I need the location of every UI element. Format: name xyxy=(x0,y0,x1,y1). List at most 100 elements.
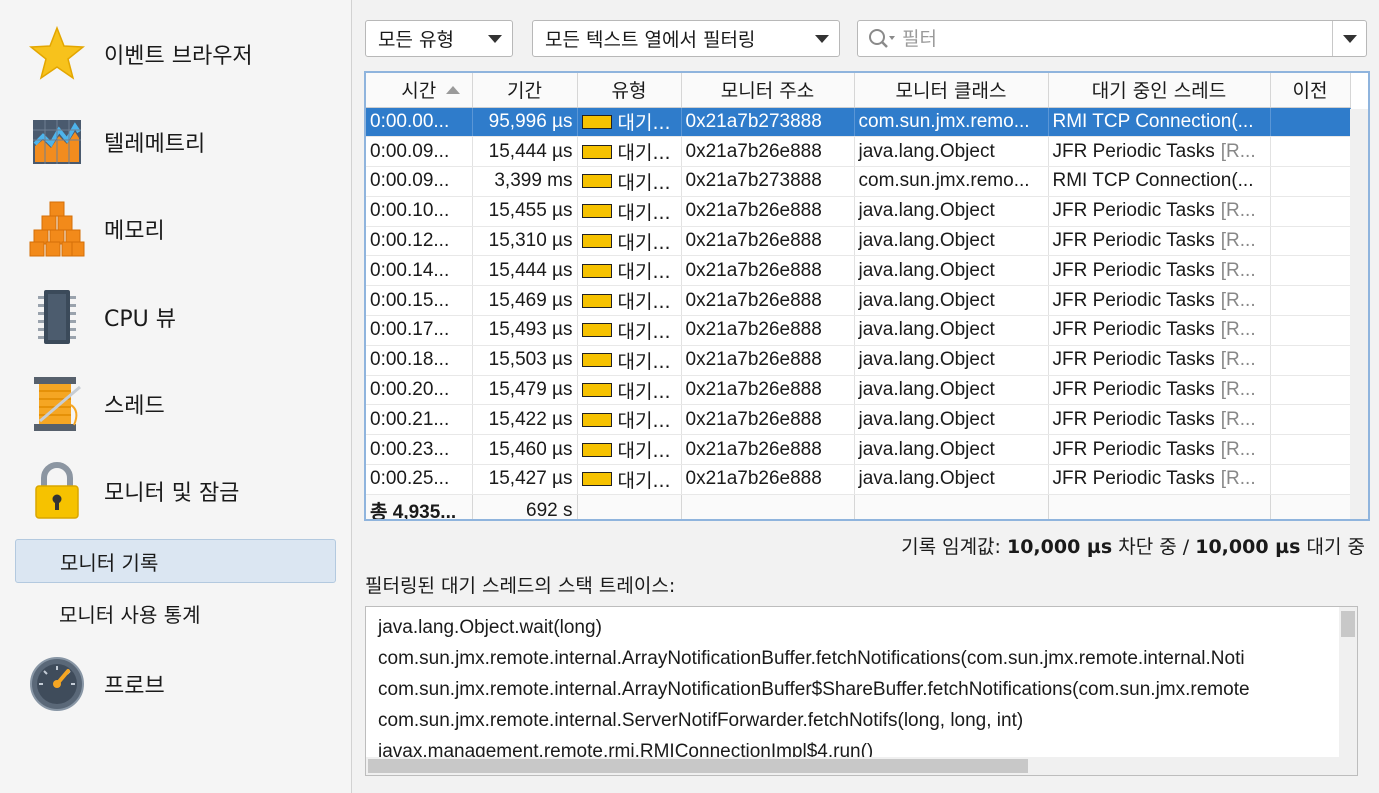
column-header-previous[interactable]: 이전 xyxy=(1270,73,1351,108)
main-panel: 모든 유형 모든 텍스트 열에서 필터링 시간 xyxy=(353,0,1379,793)
cell-waiting-thread: JFR Periodic Tasks [R... xyxy=(1048,345,1271,376)
sidebar-subitem-monitor-history[interactable]: 모니터 기록 xyxy=(15,539,336,583)
stack-trace-label: 필터링된 대기 스레드의 스택 트레이스: xyxy=(365,575,676,597)
cell-duration: 95,996 µs xyxy=(472,107,578,138)
sidebar-item-cpu-view[interactable]: CPU 뷰 xyxy=(0,277,352,357)
footer-cell xyxy=(854,493,1049,519)
cell-monitor-class: java.lang.Object xyxy=(854,255,1049,287)
table-row[interactable]: 0:00.23... 15,460 µs 대기... 0x21a7b26e888 jav… xyxy=(366,434,1351,466)
cell-monitor-class: java.lang.Object xyxy=(854,226,1049,257)
footer-cell xyxy=(1048,493,1271,519)
sidebar-subitem-monitor-usage-statistics[interactable]: 모니터 사용 통계 xyxy=(15,591,336,635)
column-header-monitor-class[interactable]: 모니터 클래스 xyxy=(854,73,1049,108)
cell-duration: 15,460 µs xyxy=(472,434,578,466)
stack-frame[interactable]: java.lang.Object.wait(long) xyxy=(378,617,602,639)
wait-type-icon xyxy=(581,174,612,189)
column-header-label: 유형 xyxy=(611,80,647,103)
sidebar-item-event-browser[interactable]: 이벤트 브라우저 xyxy=(0,14,352,94)
table-footer-row: 총 4,935... 692 s xyxy=(366,493,1351,519)
type-cell-content: 대기... xyxy=(581,198,677,225)
column-header-type[interactable]: 유형 xyxy=(577,73,682,108)
column-header-monitor-address[interactable]: 모니터 주소 xyxy=(681,73,855,108)
thread-suffix: [R... xyxy=(1220,438,1256,460)
type-cell-content: 대기... xyxy=(581,108,677,135)
cell-type: 대기... xyxy=(577,107,682,138)
thread-name: JFR Periodic Tasks xyxy=(1052,349,1215,371)
thread-suffix: [R... xyxy=(1220,468,1256,490)
cell-previous xyxy=(1270,345,1351,376)
stack-horizontal-scrollbar[interactable] xyxy=(366,757,1357,775)
cell-type: 대기... xyxy=(577,464,682,495)
cell-time: 0:00.12... xyxy=(366,226,473,257)
type-label: 대기... xyxy=(617,410,671,433)
table-row[interactable]: 0:00.15... 15,469 µs 대기... 0x21a7b26e888 jav… xyxy=(366,285,1351,317)
memory-blocks-icon xyxy=(28,200,86,258)
type-label: 대기... xyxy=(617,201,671,224)
thread-suffix: [R... xyxy=(1220,230,1256,252)
thread-name: JFR Periodic Tasks xyxy=(1052,230,1215,252)
type-cell-content: 대기... xyxy=(581,436,677,463)
table-row[interactable]: 0:00.00... 95,996 µs 대기... 0x21a7b273888 com… xyxy=(366,107,1351,138)
cell-waiting-thread: JFR Periodic Tasks [R... xyxy=(1048,404,1271,436)
table-row[interactable]: 0:00.18... 15,503 µs 대기... 0x21a7b26e888 jav… xyxy=(366,345,1351,376)
column-filter-dropdown[interactable]: 모든 텍스트 열에서 필터링 xyxy=(532,20,840,57)
thread-name: JFR Periodic Tasks xyxy=(1052,289,1215,311)
cell-type: 대기... xyxy=(577,285,682,317)
cell-previous xyxy=(1270,107,1351,138)
type-cell-content: 대기... xyxy=(581,406,677,433)
wait-type-icon xyxy=(581,323,612,338)
stack-frame[interactable]: com.sun.jmx.remote.internal.ArrayNotific… xyxy=(378,679,1250,701)
table-row[interactable]: 0:00.12... 15,310 µs 대기... 0x21a7b26e888 jav… xyxy=(366,226,1351,257)
scrollbar-thumb[interactable] xyxy=(368,759,1028,773)
table-row[interactable]: 0:00.25... 15,427 µs 대기... 0x21a7b26e888 jav… xyxy=(366,464,1351,495)
cell-duration: 15,444 µs xyxy=(472,255,578,287)
filter-input[interactable] xyxy=(902,25,1322,52)
column-header-label: 이전 xyxy=(1292,80,1328,103)
thread-name: RMI TCP Connection(... xyxy=(1052,170,1254,192)
type-label: 대기... xyxy=(617,350,671,373)
filter-history-dropdown-button[interactable] xyxy=(1332,21,1366,56)
column-header-time[interactable]: 시간 xyxy=(366,73,473,108)
table-vertical-scrollbar[interactable] xyxy=(1350,109,1368,519)
sidebar-item-telemetry[interactable]: 텔레메트리 xyxy=(0,102,352,182)
type-cell-content: 대기... xyxy=(581,228,677,255)
column-header-waiting-thread[interactable]: 대기 중인 스레드 xyxy=(1048,73,1271,108)
column-header-duration[interactable]: 기간 xyxy=(472,73,578,108)
thread-name: JFR Periodic Tasks xyxy=(1052,259,1215,281)
chevron-down-icon xyxy=(815,35,829,43)
table-row[interactable]: 0:00.17... 15,493 µs 대기... 0x21a7b26e888 jav… xyxy=(366,315,1351,346)
type-cell-content: 대기... xyxy=(581,377,677,404)
sidebar-item-label: 스레드 xyxy=(104,394,165,419)
cell-monitor-class: java.lang.Object xyxy=(854,285,1049,317)
table-row[interactable]: 0:00.21... 15,422 µs 대기... 0x21a7b26e888 jav… xyxy=(366,404,1351,436)
sidebar-item-monitors-locks[interactable]: 모니터 및 잠금 xyxy=(0,451,352,531)
cell-type: 대기... xyxy=(577,404,682,436)
cell-waiting-thread: JFR Periodic Tasks [R... xyxy=(1048,285,1271,317)
column-filter-value: 모든 텍스트 열에서 필터링 xyxy=(545,29,756,51)
table-row[interactable]: 0:00.20... 15,479 µs 대기... 0x21a7b26e888 jav… xyxy=(366,375,1351,406)
table-row[interactable]: 0:00.14... 15,444 µs 대기... 0x21a7b26e888 jav… xyxy=(366,255,1351,287)
threshold-blocking-value: 10,000 µs xyxy=(1006,536,1113,558)
stack-vertical-scrollbar[interactable] xyxy=(1339,607,1357,757)
sidebar-item-probes[interactable]: 프로브 xyxy=(0,644,352,724)
type-filter-dropdown[interactable]: 모든 유형 xyxy=(365,20,513,57)
cell-monitor-address: 0x21a7b26e888 xyxy=(681,404,855,436)
sidebar-item-memory[interactable]: 메모리 xyxy=(0,189,352,269)
cell-time: 0:00.00... xyxy=(366,107,473,138)
thread-name: JFR Periodic Tasks xyxy=(1052,319,1215,341)
scrollbar-thumb[interactable] xyxy=(1341,611,1355,637)
cell-monitor-class: com.sun.jmx.remo... xyxy=(854,166,1049,197)
footer-cell xyxy=(1270,493,1351,519)
stack-frame[interactable]: com.sun.jmx.remote.internal.ArrayNotific… xyxy=(378,648,1245,670)
table-row[interactable]: 0:00.09... 15,444 µs 대기... 0x21a7b26e888 jav… xyxy=(366,136,1351,168)
sidebar-item-threads[interactable]: 스레드 xyxy=(0,364,352,444)
stack-trace-panel[interactable]: java.lang.Object.wait(long) com.sun.jmx.… xyxy=(365,606,1358,776)
table-row[interactable]: 0:00.10... 15,455 µs 대기... 0x21a7b26e888 jav… xyxy=(366,196,1351,227)
cell-waiting-thread: JFR Periodic Tasks [R... xyxy=(1048,434,1271,466)
cell-time: 0:00.09... xyxy=(366,136,473,168)
cell-waiting-thread: JFR Periodic Tasks [R... xyxy=(1048,375,1271,406)
stack-frame[interactable]: com.sun.jmx.remote.internal.ServerNotifF… xyxy=(378,710,1023,732)
column-header-label: 기간 xyxy=(507,80,542,103)
wait-type-icon xyxy=(581,383,612,398)
table-row[interactable]: 0:00.09... 3,399 ms 대기... 0x21a7b273888 com.… xyxy=(366,166,1351,197)
